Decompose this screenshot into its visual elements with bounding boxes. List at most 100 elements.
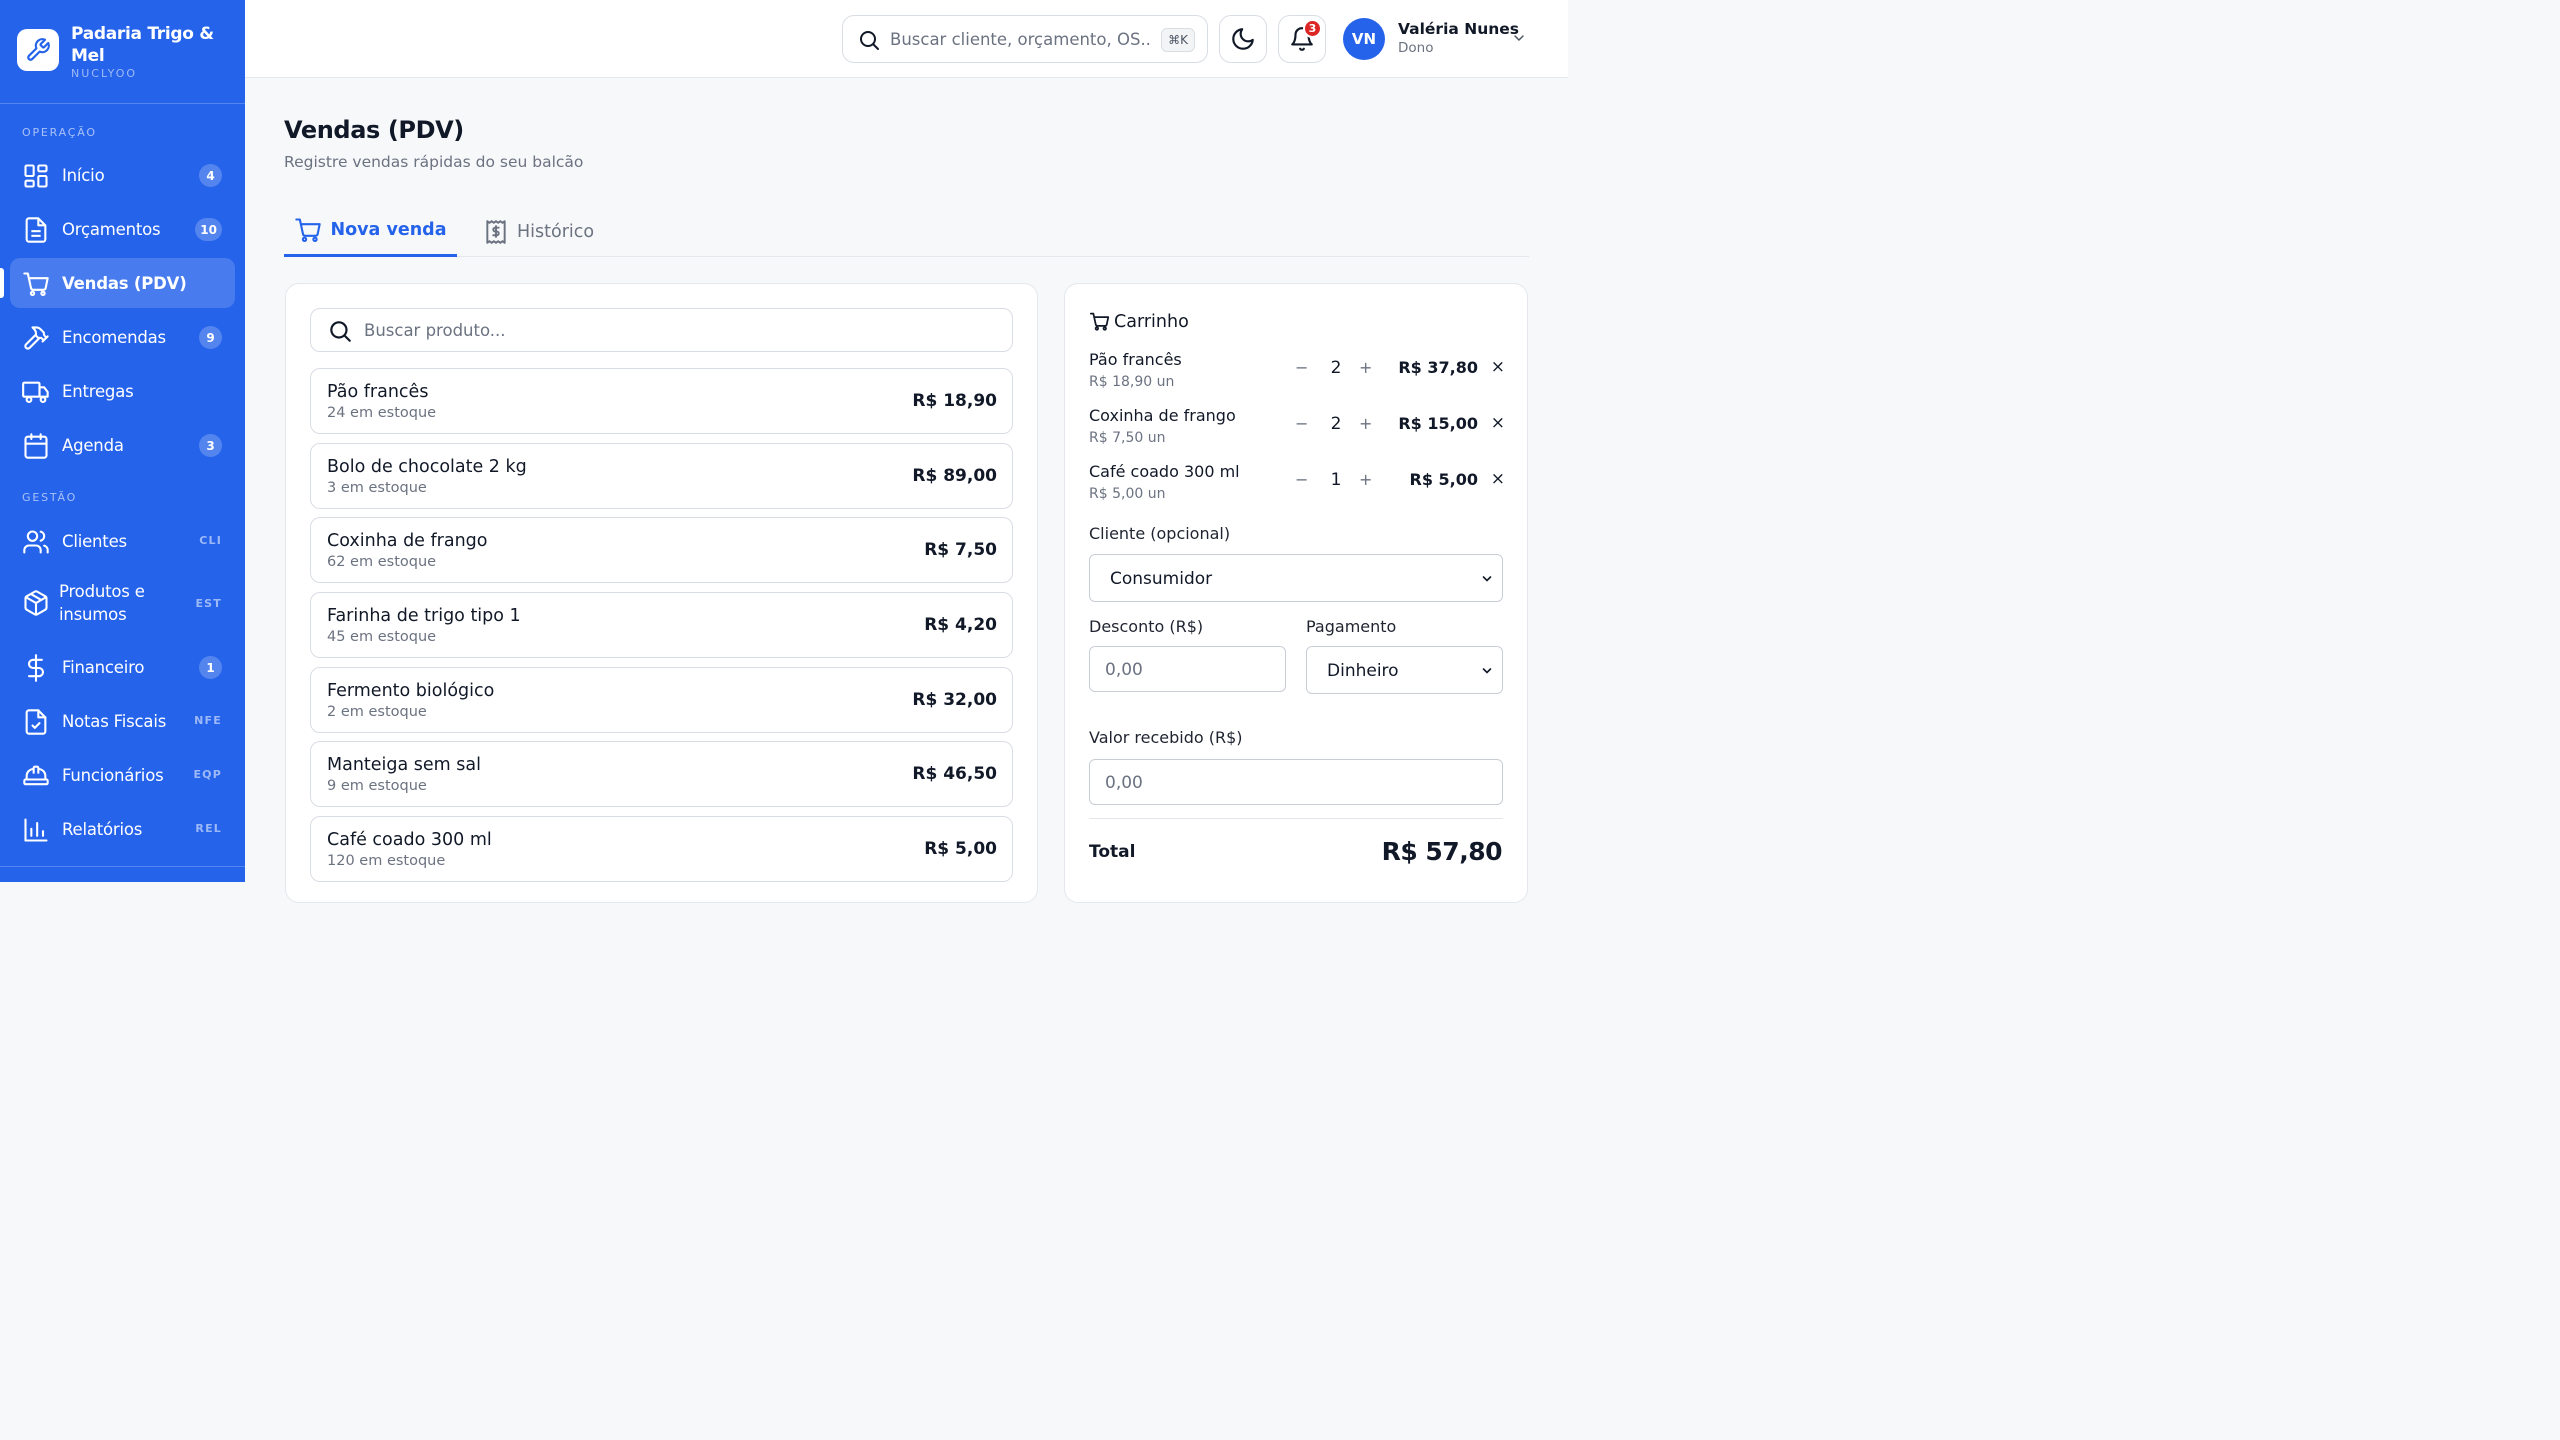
product-stock: 62 em estoque bbox=[327, 554, 437, 570]
global-search-input[interactable]: Buscar cliente, orçamento, OS... ⌘K bbox=[842, 15, 1208, 63]
cart-icon bbox=[23, 272, 49, 297]
shortcut-code: EQP bbox=[193, 768, 222, 781]
chevron-down-icon bbox=[1482, 576, 1492, 582]
cart-panel: Carrinho Pão francês R$ 18,90 un − 2 + R… bbox=[1064, 283, 1528, 903]
product-search-placeholder: Buscar produto... bbox=[364, 321, 506, 340]
package-icon bbox=[24, 590, 48, 616]
section-label-operacao: OPERAÇÃO bbox=[22, 126, 97, 139]
sidebar-item-label: Orçamentos bbox=[62, 219, 161, 239]
cart-item-name: Café coado 300 ml bbox=[1089, 462, 1240, 481]
product-stock: 24 em estoque bbox=[327, 405, 437, 421]
client-select-value: Consumidor bbox=[1110, 569, 1213, 589]
total-label: Total bbox=[1089, 842, 1136, 862]
tab-nova-venda[interactable]: Nova venda bbox=[284, 206, 457, 257]
cart-item: Café coado 300 ml R$ 5,00 un − 1 + R$ 5,… bbox=[1089, 462, 1505, 506]
brand-header: Padaria Trigo & Mel NUCLYOO bbox=[0, 0, 245, 104]
product-search-input[interactable]: Buscar produto... bbox=[310, 308, 1013, 352]
notifications-button[interactable]: 3 bbox=[1278, 15, 1326, 63]
cart-item-qty: 1 bbox=[1330, 470, 1342, 490]
sidebar-item-clientes[interactable]: Clientes CLI bbox=[10, 516, 235, 566]
count-badge: 4 bbox=[199, 164, 222, 187]
search-icon bbox=[860, 31, 879, 50]
sidebar-item-label: Notas Fiscais bbox=[62, 711, 167, 731]
sidebar-item-entregas[interactable]: Entregas bbox=[10, 366, 235, 416]
chevron-down-icon[interactable] bbox=[1511, 30, 1527, 46]
remove-item-button[interactable]: × bbox=[1491, 413, 1505, 433]
client-label: Cliente (opcional) bbox=[1089, 524, 1231, 543]
product-price: R$ 46,50 bbox=[912, 764, 997, 784]
count-badge: 10 bbox=[195, 218, 222, 241]
remove-item-button[interactable]: × bbox=[1491, 469, 1505, 489]
cart-item-qty: 2 bbox=[1330, 358, 1342, 378]
calendar-icon bbox=[24, 433, 48, 459]
cart-item-total: R$ 37,80 bbox=[1398, 358, 1478, 377]
total-divider bbox=[1089, 818, 1503, 819]
client-select[interactable]: Consumidor bbox=[1089, 554, 1503, 602]
product-row[interactable]: Pão francês 24 em estoque R$ 18,90 bbox=[310, 368, 1013, 434]
sidebar-item-label: Produtos e insumos bbox=[59, 582, 145, 624]
sidebar-item-inicio[interactable]: Início 4 bbox=[10, 150, 235, 200]
users-icon bbox=[23, 530, 49, 554]
sidebar-item-label: Encomendas bbox=[62, 327, 166, 347]
product-stock: 9 em estoque bbox=[327, 778, 427, 794]
chevron-down-icon bbox=[1482, 668, 1492, 674]
remove-item-button[interactable]: × bbox=[1491, 357, 1505, 377]
avatar[interactable]: VN bbox=[1343, 18, 1385, 60]
search-icon bbox=[330, 321, 351, 342]
page-subtitle: Registre vendas rápidas do seu balcão bbox=[284, 153, 584, 171]
theme-toggle-button[interactable] bbox=[1219, 15, 1267, 63]
payment-select[interactable]: Dinheiro bbox=[1306, 646, 1503, 694]
shortcut-hint: ⌘K bbox=[1161, 28, 1195, 52]
tab-historico[interactable]: Histórico bbox=[483, 206, 594, 257]
cart-icon bbox=[1089, 312, 1110, 331]
sidebar-item-orcamentos[interactable]: Orçamentos 10 bbox=[10, 204, 235, 254]
payment-select-value: Dinheiro bbox=[1327, 661, 1399, 681]
increase-qty-button[interactable]: + bbox=[1359, 414, 1372, 433]
cart-icon bbox=[295, 218, 322, 243]
discount-label: Desconto (R$) bbox=[1089, 617, 1204, 636]
brand-name: Padaria Trigo & Mel bbox=[71, 24, 214, 66]
product-price: R$ 32,00 bbox=[912, 690, 997, 710]
product-row[interactable]: Coxinha de frango 62 em estoque R$ 7,50 bbox=[310, 517, 1013, 583]
sidebar-item-funcionarios[interactable]: Funcionários EQP bbox=[10, 750, 235, 800]
cart-title: Carrinho bbox=[1089, 311, 1189, 332]
user-name[interactable]: Valéria Nunes bbox=[1398, 20, 1519, 38]
product-name: Manteiga sem sal bbox=[327, 755, 481, 775]
document-icon bbox=[25, 217, 47, 243]
received-input[interactable]: 0,00 bbox=[1089, 759, 1503, 805]
sidebar-item-financeiro[interactable]: Financeiro 1 bbox=[10, 642, 235, 692]
increase-qty-button[interactable]: + bbox=[1359, 470, 1372, 489]
sidebar-item-encomendas[interactable]: Encomendas 9 bbox=[10, 312, 235, 362]
shortcut-code: EST bbox=[195, 597, 222, 610]
increase-qty-button[interactable]: + bbox=[1359, 358, 1372, 377]
sidebar-item-notas-fiscais[interactable]: Notas Fiscais NFE bbox=[10, 696, 235, 746]
hard-hat-icon bbox=[23, 765, 49, 786]
decrease-qty-button[interactable]: − bbox=[1295, 414, 1308, 433]
discount-input[interactable]: 0,00 bbox=[1089, 646, 1286, 692]
product-price: R$ 4,20 bbox=[924, 615, 997, 635]
product-stock: 120 em estoque bbox=[327, 853, 446, 869]
shortcut-code: REL bbox=[195, 822, 222, 835]
sidebar-item-vendas[interactable]: Vendas (PDV) bbox=[0, 258, 235, 308]
product-row[interactable]: Manteiga sem sal 9 em estoque R$ 46,50 bbox=[310, 741, 1013, 807]
tab-bar: Nova venda Histórico bbox=[284, 206, 1529, 257]
product-row[interactable]: Farinha de trigo tipo 1 45 em estoque R$… bbox=[310, 592, 1013, 658]
decrease-qty-button[interactable]: − bbox=[1295, 358, 1308, 377]
product-name: Café coado 300 ml bbox=[327, 830, 492, 850]
sidebar-item-label: Relatórios bbox=[62, 819, 143, 839]
product-row[interactable]: Fermento biológico 2 em estoque R$ 32,00 bbox=[310, 667, 1013, 733]
sidebar-item-label: Financeiro bbox=[62, 657, 145, 677]
sidebar-item-relatorios[interactable]: Relatórios REL bbox=[10, 804, 235, 854]
product-row[interactable]: Bolo de chocolate 2 kg 3 em estoque R$ 8… bbox=[310, 443, 1013, 509]
total-value: R$ 57,80 bbox=[1381, 837, 1503, 866]
product-row[interactable]: Café coado 300 ml 120 em estoque R$ 5,00 bbox=[310, 816, 1013, 882]
product-price: R$ 5,00 bbox=[924, 839, 997, 859]
product-price: R$ 18,90 bbox=[912, 391, 997, 411]
decrease-qty-button[interactable]: − bbox=[1295, 470, 1308, 489]
section-label-gestao: GESTÃO bbox=[22, 491, 78, 504]
sidebar-item-produtos[interactable]: Produtos e insumos EST bbox=[10, 570, 235, 636]
cart-item-unit-price: R$ 18,90 un bbox=[1089, 374, 1175, 390]
product-name: Bolo de chocolate 2 kg bbox=[327, 457, 527, 477]
sidebar-item-agenda[interactable]: Agenda 3 bbox=[10, 420, 235, 470]
truck-icon bbox=[22, 381, 49, 403]
